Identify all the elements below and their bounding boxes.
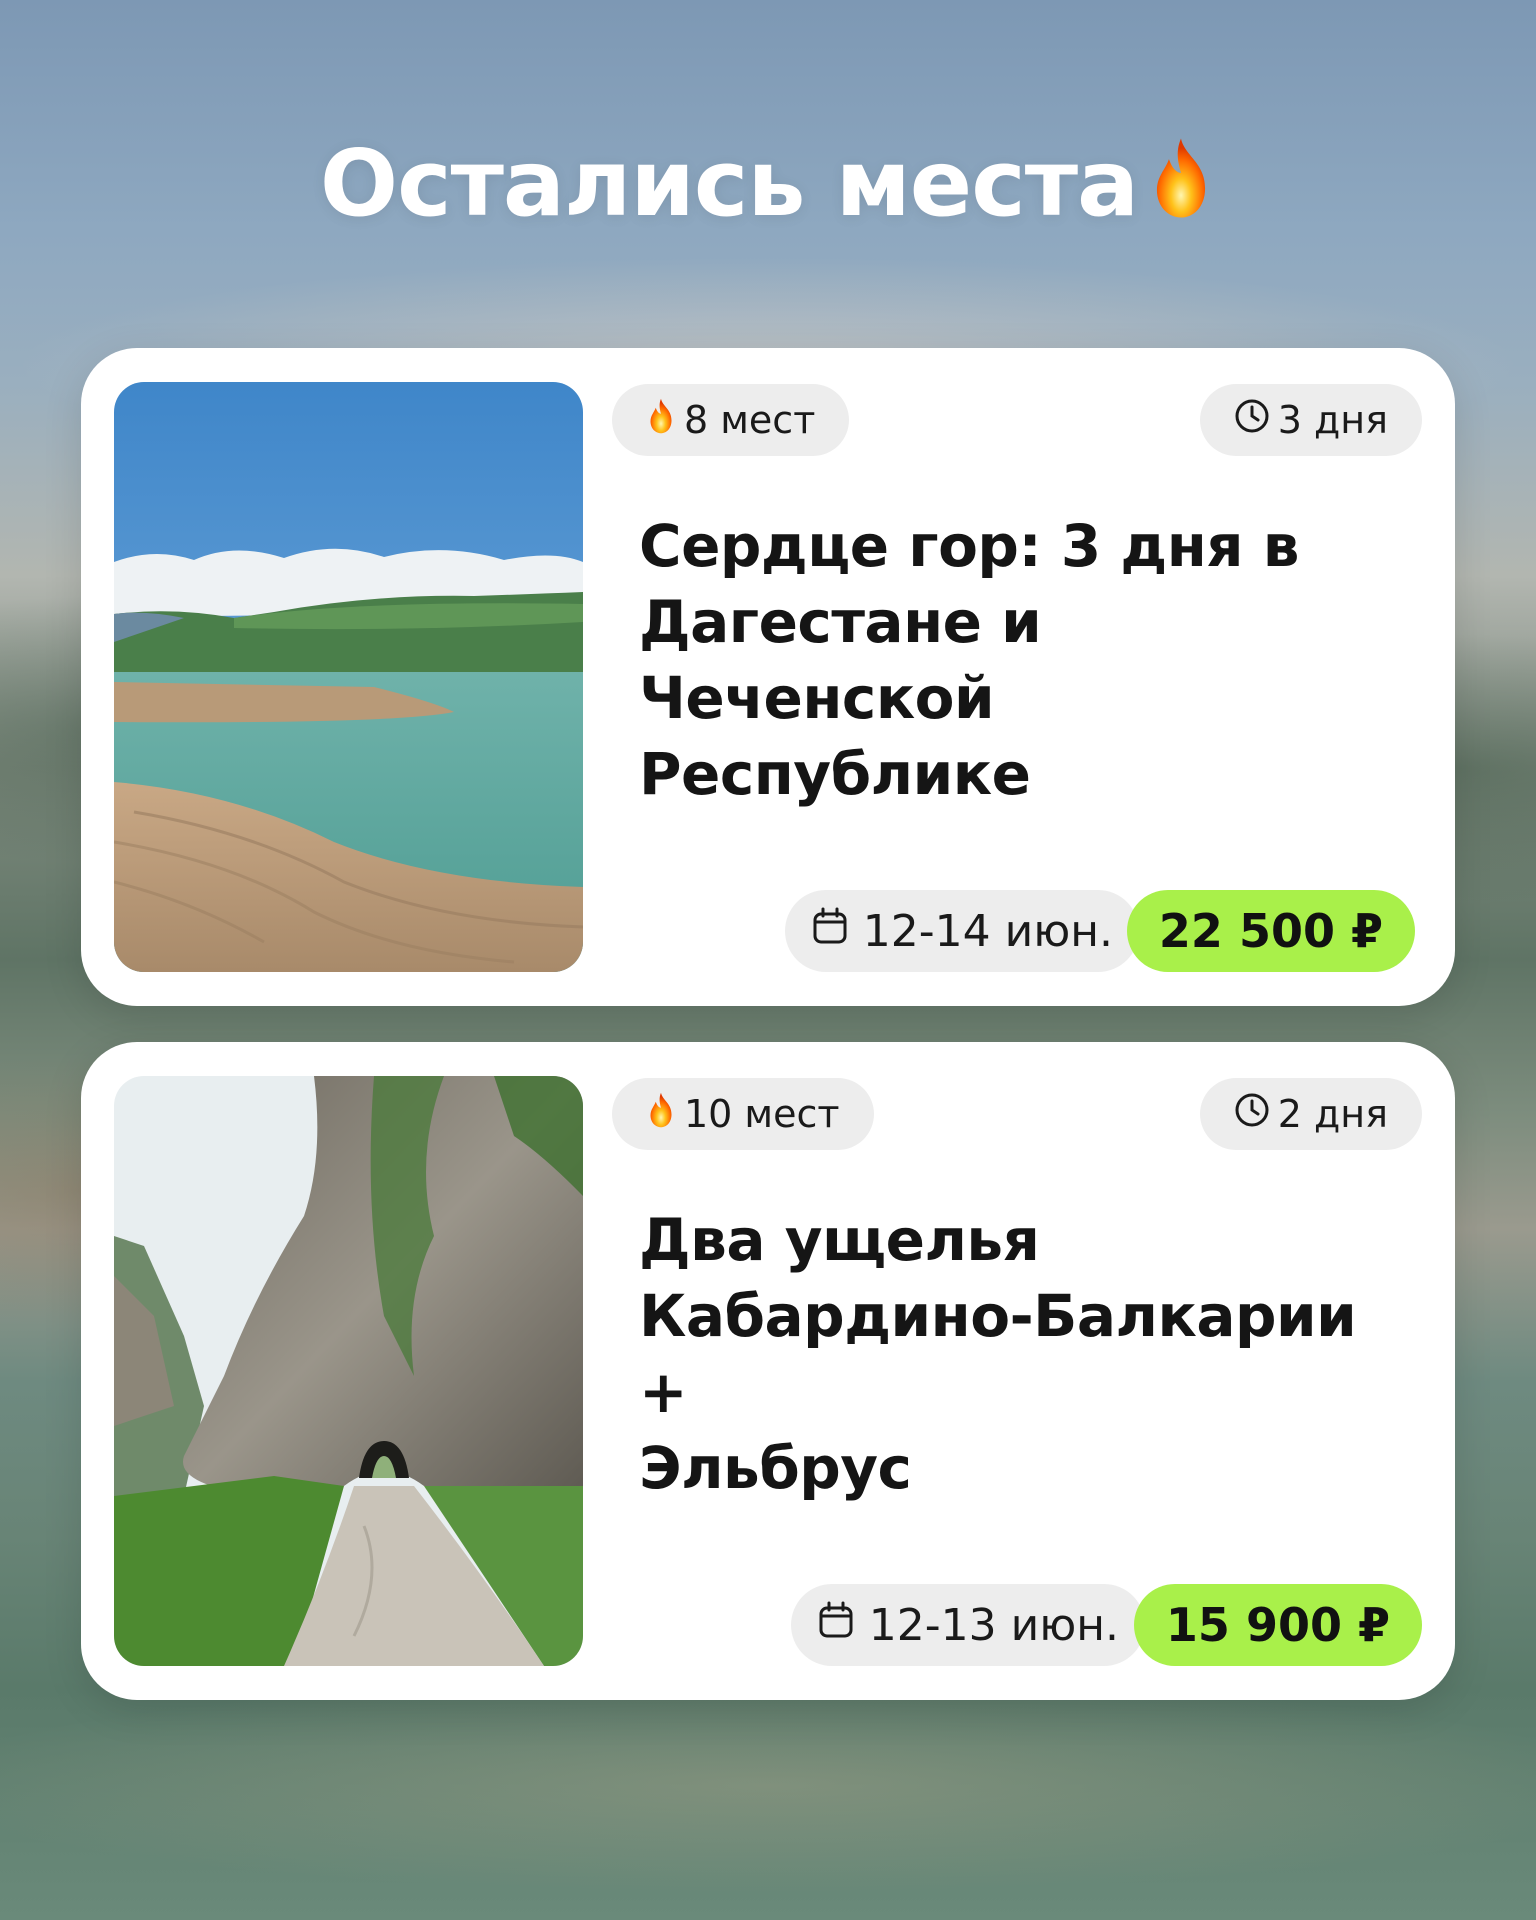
fire-icon bbox=[646, 397, 676, 444]
tour-title-line: Дагестане и Чеченской bbox=[639, 588, 1042, 732]
clock-icon bbox=[1234, 1092, 1270, 1137]
tour-card[interactable]: 10 мест 2 дня Два ущелья Кабардино-Балка… bbox=[81, 1042, 1455, 1700]
tour-title-line: Эльбрус bbox=[639, 1434, 912, 1502]
tour-title-line: Республике bbox=[639, 740, 1031, 808]
spots-badge: 8 мест bbox=[612, 384, 850, 456]
page-title-text: Остались места bbox=[319, 130, 1139, 237]
tour-title[interactable]: Два ущелья Кабардино-Балкарии + Эльбрус bbox=[639, 1202, 1399, 1506]
fire-icon bbox=[1146, 135, 1216, 243]
duration-label: 2 дня bbox=[1277, 1092, 1388, 1136]
tour-title-line: Сердце гор: 3 дня в bbox=[639, 512, 1299, 580]
tour-title-line: Кабардино-Балкарии + bbox=[639, 1282, 1357, 1426]
spots-label: 10 мест bbox=[684, 1092, 840, 1136]
tour-card[interactable]: 8 мест 3 дня Сердце гор: 3 дня в Дагеста… bbox=[81, 348, 1455, 1006]
dates-label: 12-14 июн. bbox=[862, 905, 1113, 957]
duration-badge: 2 дня bbox=[1199, 1078, 1422, 1150]
duration-badge: 3 дня bbox=[1199, 384, 1422, 456]
page-title: Остались места bbox=[0, 130, 1536, 243]
tour-photo-gorge bbox=[114, 1076, 583, 1666]
tour-title[interactable]: Сердце гор: 3 дня в Дагестане и Чеченско… bbox=[639, 508, 1399, 812]
tour-title-line: Два ущелья bbox=[639, 1206, 1040, 1274]
calendar-icon bbox=[817, 1600, 855, 1651]
price-button[interactable]: 15 900 ₽ bbox=[1133, 1584, 1422, 1666]
fire-icon bbox=[646, 1091, 676, 1138]
duration-label: 3 дня bbox=[1277, 398, 1388, 442]
dates-badge: 12-13 июн. bbox=[790, 1584, 1145, 1666]
dates-badge: 12-14 июн. bbox=[784, 890, 1139, 972]
price-button[interactable]: 22 500 ₽ bbox=[1126, 890, 1415, 972]
dates-label: 12-13 июн. bbox=[868, 1599, 1119, 1651]
clock-icon bbox=[1234, 398, 1270, 443]
tour-photo-lake bbox=[114, 382, 583, 972]
spots-label: 8 мест bbox=[684, 398, 816, 442]
spots-badge: 10 мест bbox=[612, 1078, 874, 1150]
calendar-icon bbox=[811, 906, 849, 957]
